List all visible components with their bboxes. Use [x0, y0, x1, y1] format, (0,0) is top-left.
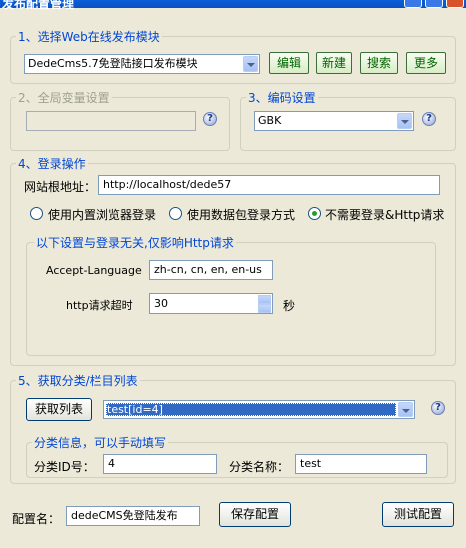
fetch-list-button[interactable]: 获取列表 — [26, 398, 92, 421]
more-button[interactable]: 更多 — [406, 52, 446, 74]
encoding-legend: 3、编码设置 — [246, 89, 318, 106]
http-settings-legend: 以下设置与登录无关,仅影响Http请求 — [34, 234, 236, 251]
category-name-input[interactable]: test — [295, 454, 427, 474]
maximize-button[interactable] — [425, 0, 443, 8]
encoding-select-value: GBK — [258, 114, 282, 127]
save-config-button[interactable]: 保存配置 — [219, 502, 291, 527]
radio-data-packet-label: 使用数据包登录方式 — [187, 208, 296, 222]
chevron-down-icon — [243, 56, 258, 72]
category-select-value: test[id=4] — [107, 403, 163, 416]
category-id-label: 分类ID号： — [34, 460, 95, 474]
site-root-input[interactable]: http://localhost/dede57 — [98, 175, 440, 195]
category-id-input[interactable]: 4 — [103, 454, 217, 474]
chevron-down-icon — [398, 402, 413, 417]
spin-up-icon[interactable] — [258, 295, 271, 304]
config-name-input[interactable]: dedeCMS免登陆发布 — [66, 506, 200, 526]
global-vars-legend: 2、全局变量设置 — [16, 89, 112, 106]
accept-language-input[interactable]: zh-cn, cn, en, en-us — [149, 260, 273, 280]
accept-language-label: Accept-Language — [46, 264, 142, 277]
module-select-value: DedeCms5.7免登陆接口发布模块 — [28, 57, 198, 70]
category-select[interactable]: test[id=4] — [103, 400, 415, 419]
help-icon[interactable]: ? — [203, 112, 217, 126]
close-button[interactable] — [446, 0, 464, 8]
search-button[interactable]: 搜索 — [360, 52, 398, 74]
login-legend: 4、登录操作 — [16, 155, 88, 172]
help-icon[interactable]: ? — [422, 112, 436, 126]
minimize-button[interactable] — [404, 0, 422, 8]
chevron-down-icon — [397, 113, 412, 129]
spin-down-icon[interactable] — [258, 304, 271, 313]
category-name-label: 分类名称： — [229, 460, 290, 474]
site-root-label: 网站根地址： — [24, 180, 97, 194]
category-info-legend: 分类信息，可以手动填写 — [32, 434, 169, 451]
global-vars-input[interactable] — [26, 111, 196, 131]
window-title: 发布配置管理 — [2, 0, 75, 11]
radio-builtin-browser-label: 使用内置浏览器登录 — [48, 208, 157, 222]
module-group-legend: 1、选择Web在线发布模块 — [16, 28, 162, 45]
radio-builtin-browser[interactable] — [30, 207, 43, 220]
test-config-button[interactable]: 测试配置 — [382, 502, 454, 527]
timeout-stepper[interactable]: 30 — [149, 293, 273, 314]
encoding-select[interactable]: GBK — [254, 111, 414, 131]
timeout-label: http请求超时 — [66, 299, 133, 312]
category-legend: 5、获取分类/栏目列表 — [16, 372, 140, 389]
timeout-unit: 秒 — [283, 299, 296, 313]
config-name-label: 配置名： — [12, 512, 61, 526]
new-button[interactable]: 新建 — [316, 52, 352, 74]
radio-no-login[interactable] — [308, 207, 321, 220]
help-icon[interactable]: ? — [431, 401, 445, 415]
timeout-value: 30 — [154, 297, 168, 310]
radio-no-login-label: 不需要登录&Http请求 — [325, 208, 445, 222]
radio-data-packet[interactable] — [169, 207, 182, 220]
title-bar: 发布配置管理 — [0, 0, 466, 11]
module-select[interactable]: DedeCms5.7免登陆接口发布模块 — [24, 54, 260, 74]
edit-button[interactable]: 编辑 — [269, 52, 309, 74]
